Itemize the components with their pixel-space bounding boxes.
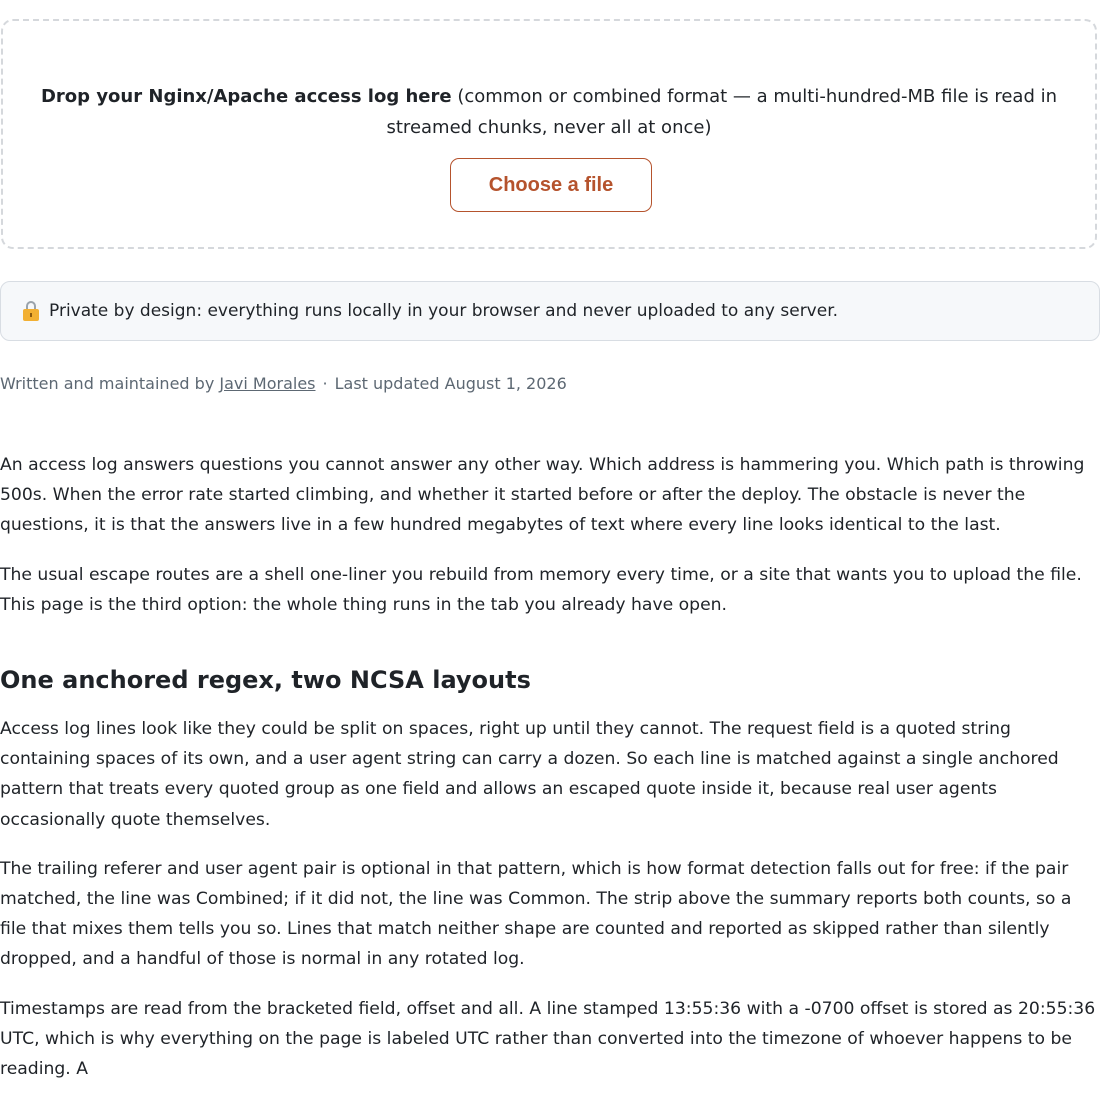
privacy-notice: Private by design: everything runs local…: [0, 281, 1100, 341]
section-heading: One anchored regex, two NCSA layouts: [0, 666, 531, 695]
dropzone-title: Drop your Nginx/Apache access log here: [40, 86, 452, 107]
byline-prefix: Written and maintained by: [0, 374, 220, 393]
file-dropzone[interactable]: Drop your Nginx/Apache access log here (…: [1, 19, 1097, 249]
byline: Written and maintained by Javi Morales · L…: [0, 372, 567, 396]
last-updated: Last updated August 1, 2026: [334, 374, 567, 393]
lock-icon: [23, 301, 39, 321]
choose-file-button[interactable]: Choose a file: [450, 158, 652, 212]
intro-paragraph-2: The usual escape routes are a shell one-…: [0, 564, 1082, 615]
section-paragraph-3: Timestamps are read from the bracketed f…: [0, 998, 1096, 1080]
privacy-text: Private by design: everything runs local…: [49, 301, 839, 321]
intro-paragraph-1: An access log answers questions you cann…: [0, 455, 1085, 536]
dropzone-instructions: Drop your Nginx/Apache access log here (…: [33, 81, 1065, 143]
author-link[interactable]: Javi Morales: [219, 374, 315, 393]
section-paragraph-2: The trailing referer and user agent pair…: [0, 858, 1072, 970]
section-paragraph-1: Access log lines look like they could be…: [0, 719, 1059, 830]
dropzone-hint: (common or combined format — a multi-hun…: [386, 86, 1058, 138]
byline-separator: ·: [322, 374, 328, 393]
article-body: An access log answers questions you cann…: [0, 450, 1100, 1103]
